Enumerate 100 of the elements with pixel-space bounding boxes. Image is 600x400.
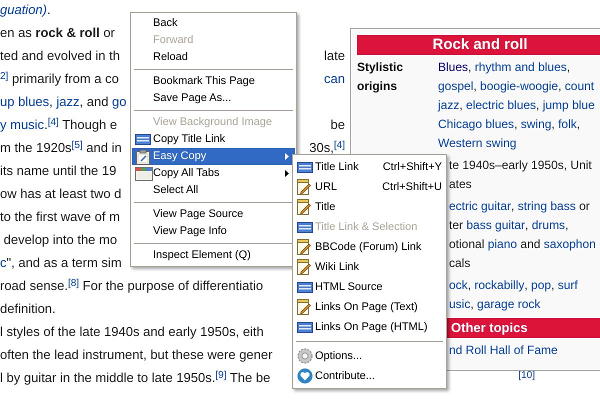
menu-item[interactable]: Reload — [132, 49, 295, 66]
text-line: develop into the mo — [2, 230, 118, 249]
html-file-icon — [297, 162, 313, 172]
text-line: en as rock & roll or — [0, 24, 115, 42]
link[interactable]: rockabilly — [474, 276, 524, 295]
infobox-value: ates — [449, 176, 472, 193]
text-line: ted and evolved in th — [0, 46, 120, 65]
infobox-value: ter bass guitar, drums, — [449, 216, 568, 235]
infobox-value: cals — [449, 255, 470, 272]
footnote-link[interactable]: [8] — [68, 276, 80, 291]
link[interactable]: Western swing — [438, 134, 516, 153]
link[interactable]: swing — [520, 115, 552, 134]
clipboard-icon — [135, 148, 151, 164]
infobox-value: Chicago blues, swing, folk, — [438, 115, 580, 134]
menu-item[interactable]: Easy Copy — [132, 148, 295, 165]
notepad-pencil-icon — [297, 239, 311, 255]
link[interactable]: jazz — [438, 96, 460, 115]
menu-item[interactable]: View Page Source — [132, 206, 295, 223]
footnote-link[interactable]: 2] — [0, 68, 8, 84]
footnote-link[interactable]: [5] — [72, 138, 83, 153]
link[interactable]: garage rock — [477, 295, 540, 314]
link[interactable]: string bass — [518, 197, 576, 216]
menu-item[interactable]: HTML Source — [293, 277, 446, 297]
infobox-value: ock, rockabilly, pop, surf — [449, 276, 578, 295]
menu-item[interactable]: Copy All Tabs — [132, 165, 295, 182]
link[interactable]: nd Roll Hall of Fame — [449, 340, 558, 360]
menu-item[interactable]: Title Link Ctrl+Shift+Y — [293, 157, 446, 177]
link[interactable]: up blues — [0, 92, 50, 112]
html-file-icon — [297, 222, 313, 232]
menu-item[interactable]: Bookmark This Page — [132, 73, 295, 90]
link[interactable]: piano — [488, 235, 518, 254]
menu-item[interactable]: Select All — [132, 182, 295, 199]
link[interactable]: gospel — [438, 77, 474, 96]
link[interactable]: electric blues — [466, 96, 536, 115]
text-line: its name until the 19 — [0, 162, 116, 180]
footnote-link[interactable]: [10] — [518, 368, 535, 383]
infobox-value: otional piano and saxophon — [449, 235, 596, 254]
text-line: to the first wave of m — [0, 208, 120, 226]
footnote-link[interactable]: [9] — [215, 368, 226, 383]
menu-item[interactable]: Title — [293, 197, 446, 217]
link[interactable]: drums — [532, 216, 566, 235]
menu-item[interactable]: View Page Info — [132, 223, 295, 240]
html-file-icon — [297, 322, 313, 332]
infobox-value: te 1940s–early 1950s, Unit — [449, 157, 592, 174]
notepad-pencil-icon — [297, 259, 311, 275]
menu-item[interactable]: URL Ctrl+Shift+U — [293, 177, 446, 197]
link[interactable]: saxophon — [544, 235, 596, 254]
link[interactable]: count — [564, 77, 594, 96]
link[interactable]: pop — [531, 276, 552, 295]
link[interactable]: boogie-woogie — [480, 77, 558, 96]
link[interactable]: jazz — [56, 92, 80, 112]
text-line: late — [324, 46, 345, 65]
notepad-pencil-icon — [297, 299, 311, 315]
text-line: up blues, jazz, and go — [0, 92, 127, 112]
link[interactable]: surf — [558, 276, 578, 295]
link[interactable]: c — [0, 252, 6, 272]
infobox-title: Rock and roll — [357, 35, 600, 55]
infobox-value: usic, garage rock — [449, 295, 540, 314]
browser-window-icon — [135, 166, 153, 180]
infobox-label: Stylistic origins — [357, 59, 404, 95]
link[interactable]: Blues — [438, 58, 468, 77]
menu-item[interactable]: Links On Page (Text) — [293, 297, 446, 317]
link[interactable]: rhythm and blues — [474, 58, 567, 77]
menu-item[interactable]: Inspect Element (Q) — [132, 247, 295, 264]
infobox-value: ectric guitar, string bass or — [449, 197, 590, 216]
text-line: definition. — [0, 300, 56, 318]
text-line: be — [330, 116, 345, 134]
link[interactable]: go — [112, 92, 127, 112]
menu-item[interactable]: Wiki Link — [293, 257, 446, 277]
menu-item[interactable]: Contribute... — [293, 366, 446, 386]
link[interactable]: Chicago blues — [438, 115, 514, 134]
infobox-value: gospel, boogie-woogie, count — [438, 77, 594, 96]
footnote-link[interactable]: [4] — [334, 138, 345, 153]
notepad-pencil-icon — [297, 179, 311, 195]
link[interactable]: can — [324, 68, 345, 88]
link[interactable]: jump blue — [542, 96, 595, 115]
link[interactable]: bass guitar — [466, 216, 526, 235]
footnote-link[interactable]: [4] — [48, 114, 59, 130]
link[interactable]: usic — [449, 295, 470, 314]
link[interactable]: folk — [558, 115, 577, 134]
link[interactable]: y music — [0, 114, 44, 134]
infobox-value: jazz, electric blues, jump blue — [438, 96, 595, 115]
link[interactable]: guation) — [0, 0, 47, 20]
link[interactable]: ectric guitar — [449, 197, 512, 216]
text-line: c", and as a term sim — [0, 252, 122, 272]
text-line: guation). — [0, 0, 51, 20]
menu-item[interactable]: Copy Title Link — [132, 131, 295, 148]
menu-item[interactable]: BBCode (Forum) Link — [293, 237, 446, 257]
notepad-pencil-icon — [297, 199, 311, 215]
text-line: l styles of the late 1940s and early 1950s, eith — [0, 322, 264, 341]
gear-icon — [297, 348, 313, 364]
infobox-value: Blues, rhythm and blues, — [438, 58, 570, 77]
html-file-icon — [135, 134, 151, 145]
link[interactable]: ock — [449, 276, 468, 295]
menu-item[interactable]: Back — [132, 15, 295, 32]
text-line: 2] primarily from a co — [0, 68, 119, 88]
html-file-icon — [297, 282, 313, 292]
menu-item[interactable]: Options... — [293, 346, 446, 366]
text-line: ow has at least two d — [0, 184, 122, 203]
menu-item[interactable]: Save Page As... — [132, 90, 295, 107]
